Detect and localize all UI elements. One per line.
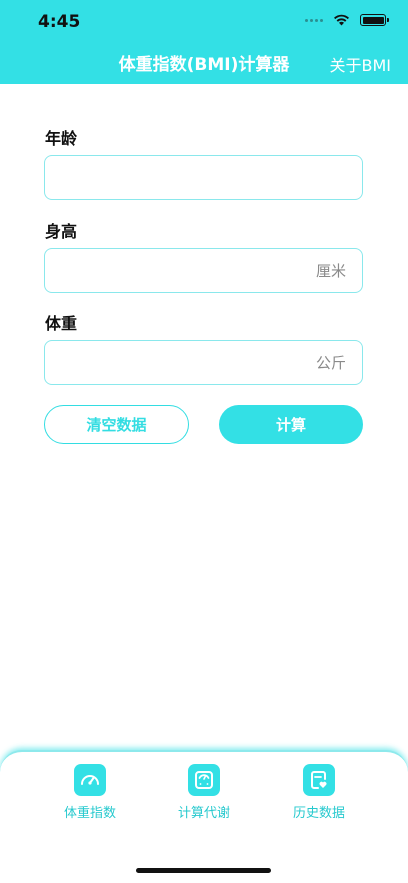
height-unit: 厘米	[315, 262, 346, 280]
home-indicator	[136, 868, 271, 873]
about-bmi-button[interactable]: 关于BMI	[329, 52, 391, 76]
history-record-icon	[303, 764, 335, 796]
gauge-icon	[74, 764, 106, 796]
age-label: 年龄	[45, 129, 78, 148]
height-label: 身高	[45, 222, 78, 241]
weight-unit: 公斤	[315, 354, 346, 372]
status-icons	[305, 14, 389, 26]
age-field[interactable]	[44, 155, 363, 200]
tab-bmi[interactable]: 体重指数	[45, 764, 135, 821]
nav-header: 4:45 体重指数(BMI)计算器 关于BMI	[0, 0, 408, 84]
calculate-button[interactable]: 计算	[219, 405, 363, 444]
status-time: 4:45	[38, 12, 81, 32]
tab-metabolism-label: 计算代谢	[177, 806, 230, 821]
tab-history[interactable]: 历史数据	[274, 764, 364, 821]
age-input[interactable]	[57, 164, 287, 191]
weight-field[interactable]: 公斤	[44, 340, 363, 385]
battery-icon	[360, 14, 389, 26]
tab-metabolism[interactable]: 计算代谢	[159, 764, 249, 821]
weight-label: 体重	[45, 314, 78, 333]
tab-history-label: 历史数据	[292, 806, 345, 821]
scale-icon	[188, 764, 220, 796]
height-input[interactable]	[57, 257, 287, 284]
clear-data-button[interactable]: 清空数据	[44, 405, 189, 444]
tab-bmi-label: 体重指数	[63, 806, 116, 821]
height-field[interactable]: 厘米	[44, 248, 363, 293]
weight-input[interactable]	[57, 349, 287, 376]
wifi-icon	[334, 14, 349, 26]
tab-bar: 体重指数 计算代谢 历史数据	[0, 750, 408, 883]
signal-icon	[305, 18, 323, 22]
